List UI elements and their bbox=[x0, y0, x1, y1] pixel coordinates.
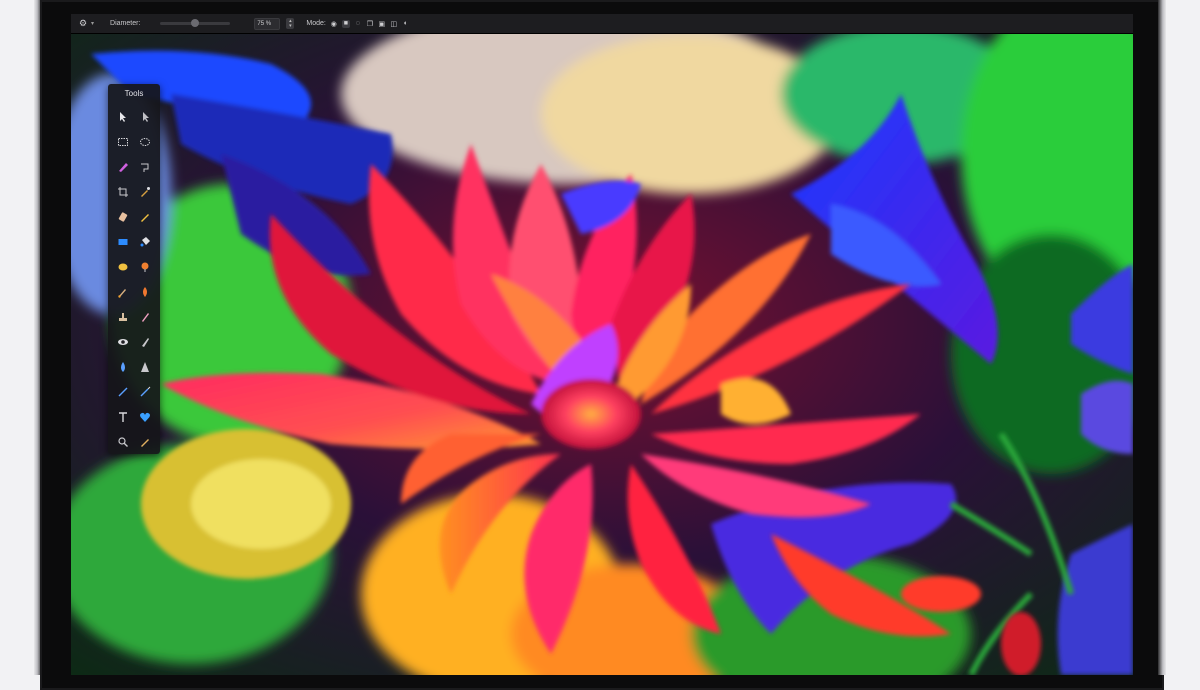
tools-palette: Tools bbox=[108, 84, 160, 454]
zoom-icon[interactable] bbox=[112, 429, 134, 454]
sharpen-icon[interactable] bbox=[134, 329, 156, 354]
rectangle-shape-icon[interactable] bbox=[112, 229, 134, 254]
chevron-down-icon[interactable]: ▾ bbox=[91, 20, 94, 27]
options-bar: ⚙ ▾ Diameter: 75 % ▴ ▾ Mode: ◉ ■ ◌ ❐ ▣ ◫ … bbox=[71, 14, 1133, 34]
mode-clip-icon[interactable]: ◫ bbox=[390, 20, 398, 28]
cone-icon[interactable] bbox=[134, 354, 156, 379]
heal-icon[interactable] bbox=[134, 429, 156, 454]
lasso-icon[interactable] bbox=[112, 154, 134, 179]
diameter-label: Diameter: bbox=[110, 20, 141, 27]
diameter-slider[interactable] bbox=[160, 19, 231, 27]
laptop-right-edge bbox=[1158, 0, 1166, 675]
pencil-icon[interactable] bbox=[134, 204, 156, 229]
mode-square-icon[interactable]: ■ bbox=[341, 19, 350, 28]
eyedropper-icon[interactable] bbox=[134, 179, 156, 204]
mode-overlay-icon[interactable]: ▣ bbox=[378, 20, 386, 28]
ellipse-select-icon[interactable] bbox=[134, 129, 156, 154]
slider-knob[interactable] bbox=[191, 19, 200, 27]
tool-grid bbox=[112, 104, 156, 454]
diameter-value-field[interactable]: 75 % bbox=[254, 17, 281, 30]
type-icon[interactable] bbox=[112, 404, 134, 429]
magic-wand-icon[interactable] bbox=[134, 154, 156, 179]
tools-palette-title: Tools bbox=[124, 89, 144, 98]
pointer-icon[interactable] bbox=[112, 104, 134, 129]
rect-select-icon[interactable] bbox=[112, 129, 134, 154]
mode-stack-icon[interactable]: ❐ bbox=[366, 20, 374, 28]
mode-normal-icon[interactable]: ◉ bbox=[330, 20, 338, 28]
gear-icon[interactable]: ⚙ bbox=[77, 18, 89, 30]
eraser-icon[interactable] bbox=[112, 204, 134, 229]
burn-icon[interactable] bbox=[134, 279, 156, 304]
blur-drop-icon[interactable] bbox=[112, 354, 134, 379]
dahlia-photo-canvas[interactable] bbox=[71, 34, 1133, 675]
paint-bucket-icon[interactable] bbox=[134, 229, 156, 254]
diameter-stepper[interactable]: ▴ ▾ bbox=[286, 18, 295, 29]
pen-icon[interactable] bbox=[134, 379, 156, 404]
clone-stamp-icon[interactable] bbox=[112, 304, 134, 329]
mode-copy-icon[interactable]: ◌ bbox=[354, 20, 362, 28]
heart-shape-icon[interactable] bbox=[134, 404, 156, 429]
crop-icon[interactable] bbox=[112, 179, 134, 204]
smudge-icon[interactable] bbox=[134, 304, 156, 329]
mode-circle-icon[interactable]: ◐ bbox=[402, 20, 410, 28]
move-icon[interactable] bbox=[134, 104, 156, 129]
gradient-icon[interactable] bbox=[134, 254, 156, 279]
mode-label: Mode: bbox=[306, 20, 326, 27]
sponge-icon[interactable] bbox=[112, 254, 134, 279]
red-eye-icon[interactable] bbox=[112, 329, 134, 354]
brush-icon[interactable] bbox=[112, 279, 134, 304]
laptop-screen: ⚙ ▾ Diameter: 75 % ▴ ▾ Mode: ◉ ■ ◌ ❐ ▣ ◫ … bbox=[71, 14, 1133, 675]
line-icon[interactable] bbox=[112, 379, 134, 404]
